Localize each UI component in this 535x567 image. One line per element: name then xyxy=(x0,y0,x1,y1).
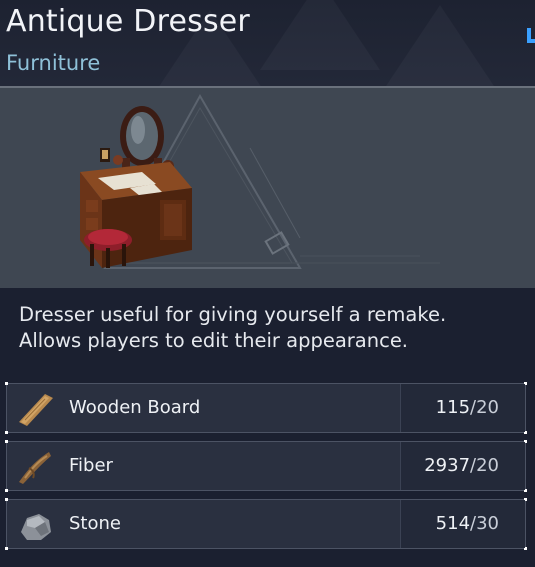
material-count-box: 115/20 xyxy=(400,384,525,432)
stone-icon xyxy=(21,514,51,540)
antique-dresser-image xyxy=(80,106,192,268)
material-name: Wooden Board xyxy=(69,397,201,418)
corner-bracket-icon xyxy=(527,28,535,43)
material-count-box: 2937/20 xyxy=(400,442,525,490)
header-decor xyxy=(260,0,380,70)
material-row-stone: Stone 514/30 xyxy=(5,498,527,550)
description-line: Dresser useful for giving yourself a rem… xyxy=(19,303,447,326)
header-decor xyxy=(380,5,500,86)
fiber-icon xyxy=(19,452,51,484)
material-have: 2937 xyxy=(424,455,471,476)
row-corner-marker xyxy=(5,498,8,501)
material-need: /20 xyxy=(470,397,499,418)
material-name: Fiber xyxy=(69,455,113,476)
material-count: 2937/20 xyxy=(424,454,499,478)
material-need: /20 xyxy=(470,455,499,476)
material-count-box: 514/30 xyxy=(400,500,525,548)
material-have: 514 xyxy=(435,513,471,534)
material-row-wooden-board: Wooden Board 115/20 xyxy=(5,382,527,434)
item-category: Furniture xyxy=(6,51,101,75)
wooden-board-icon xyxy=(19,394,53,426)
item-description: Dresser useful for giving yourself a rem… xyxy=(19,302,519,354)
material-count: 514/30 xyxy=(436,512,499,536)
item-title: Antique Dresser xyxy=(6,4,250,39)
material-name: Stone xyxy=(69,513,121,534)
description-line: Allows players to edit their appearance. xyxy=(19,329,409,352)
item-header: Antique Dresser Furniture xyxy=(0,0,535,86)
material-have: 115 xyxy=(435,397,471,418)
material-count: 115/20 xyxy=(436,396,499,420)
material-row-fiber: Fiber 2937/20 xyxy=(5,440,527,492)
item-preview-panel xyxy=(0,86,535,288)
material-need: /30 xyxy=(470,513,499,534)
row-corner-marker xyxy=(5,489,8,492)
row-corner-marker xyxy=(5,431,8,434)
row-corner-marker xyxy=(5,440,8,443)
row-corner-marker xyxy=(5,382,8,385)
row-corner-marker xyxy=(5,547,8,550)
